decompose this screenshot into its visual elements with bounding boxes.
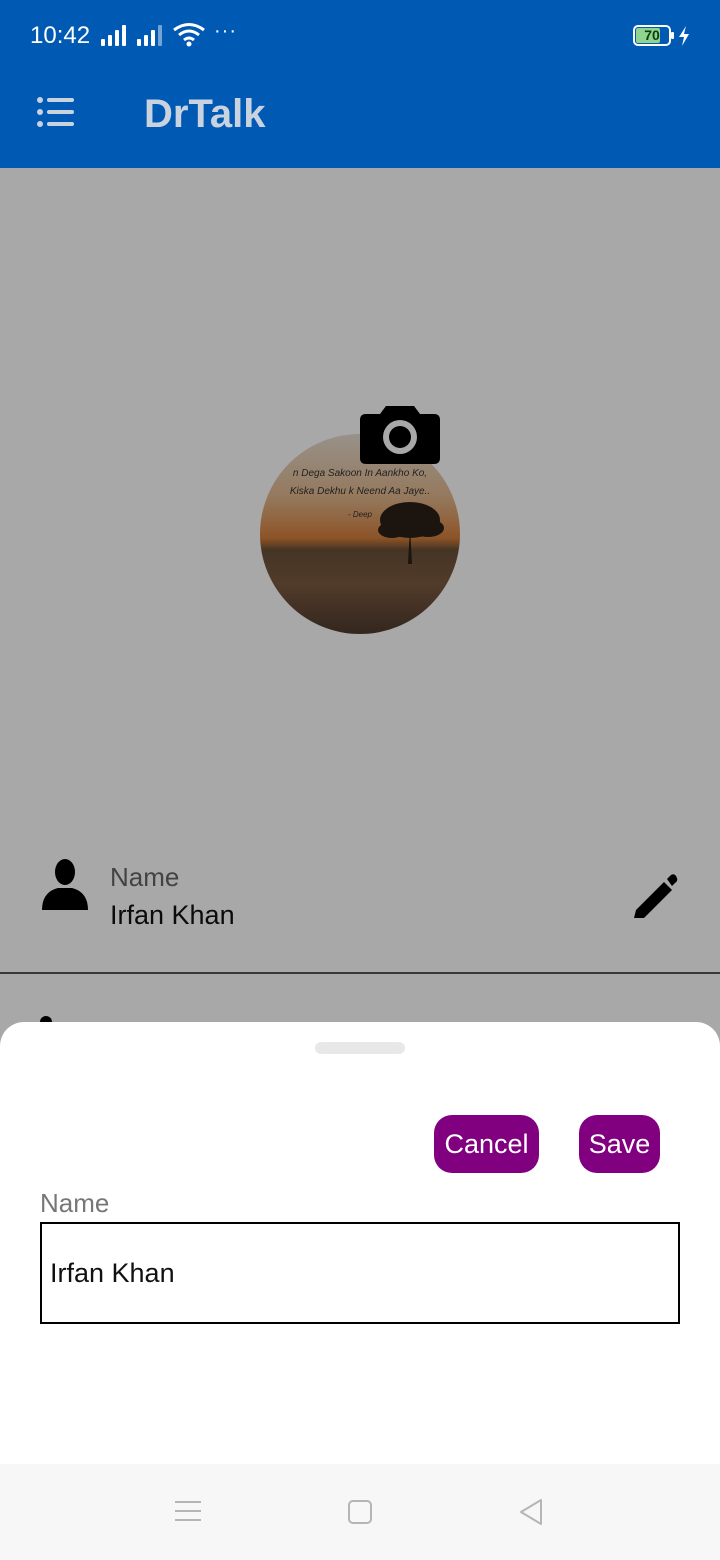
name-input[interactable]	[40, 1222, 680, 1324]
signal-strength-2-icon	[137, 24, 162, 46]
more-notifications-icon: ···	[214, 20, 237, 42]
battery-icon: 70	[633, 25, 674, 46]
status-time: 10:42	[30, 22, 91, 49]
system-nav-bar	[0, 1464, 720, 1560]
app-title: DrTalk	[144, 92, 266, 136]
signal-strength-icon	[101, 24, 126, 46]
battery-level: 70	[644, 27, 660, 43]
cancel-button[interactable]: Cancel	[434, 1115, 539, 1173]
back-icon[interactable]	[518, 1498, 544, 1526]
save-button[interactable]: Save	[579, 1115, 660, 1173]
list-menu-icon[interactable]	[36, 94, 76, 130]
sheet-drag-handle[interactable]	[315, 1042, 405, 1054]
name-field-label: Name	[40, 1188, 110, 1218]
edit-name-sheet: Cancel Save Name	[0, 1022, 720, 1468]
status-bar: 10:42 ··· 70	[0, 0, 720, 72]
home-icon[interactable]	[348, 1500, 372, 1524]
app-bar: DrTalk	[0, 72, 720, 168]
charging-bolt-icon	[679, 26, 689, 46]
wifi-icon	[173, 23, 205, 47]
recent-apps-icon[interactable]	[175, 1500, 201, 1522]
